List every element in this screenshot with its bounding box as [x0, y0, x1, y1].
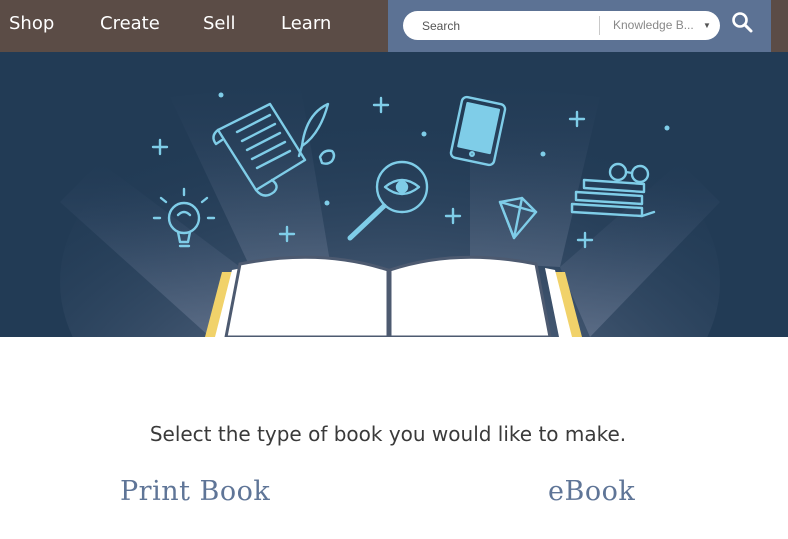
search-button[interactable]: [728, 8, 758, 38]
search-panel: Knowledge B... ▼: [388, 0, 771, 52]
search-scope-select[interactable]: Knowledge B... ▼: [604, 11, 716, 40]
nav-item-create[interactable]: Create: [100, 0, 160, 48]
search-icon: [732, 12, 753, 33]
book-type-prompt: Select the type of book you would like t…: [149, 422, 627, 446]
open-book-icon: [205, 255, 582, 337]
caret-down-icon: ▼: [703, 21, 711, 30]
nav-item-shop[interactable]: Shop: [9, 0, 54, 48]
hero-banner: [0, 52, 788, 337]
search-divider: [599, 16, 600, 35]
search-scope-label: Knowledge B...: [613, 18, 694, 32]
nav-item-learn[interactable]: Learn: [281, 0, 331, 48]
nav-item-sell[interactable]: Sell: [203, 0, 236, 48]
top-nav: Shop Create Sell Learn Knowledge B... ▼: [0, 0, 788, 52]
search-input[interactable]: [411, 14, 595, 37]
print-book-option[interactable]: Print Book: [120, 474, 270, 514]
hero-illustration: [60, 82, 720, 337]
search-bar: Knowledge B... ▼: [403, 11, 720, 40]
ebook-option[interactable]: eBook: [548, 474, 635, 514]
